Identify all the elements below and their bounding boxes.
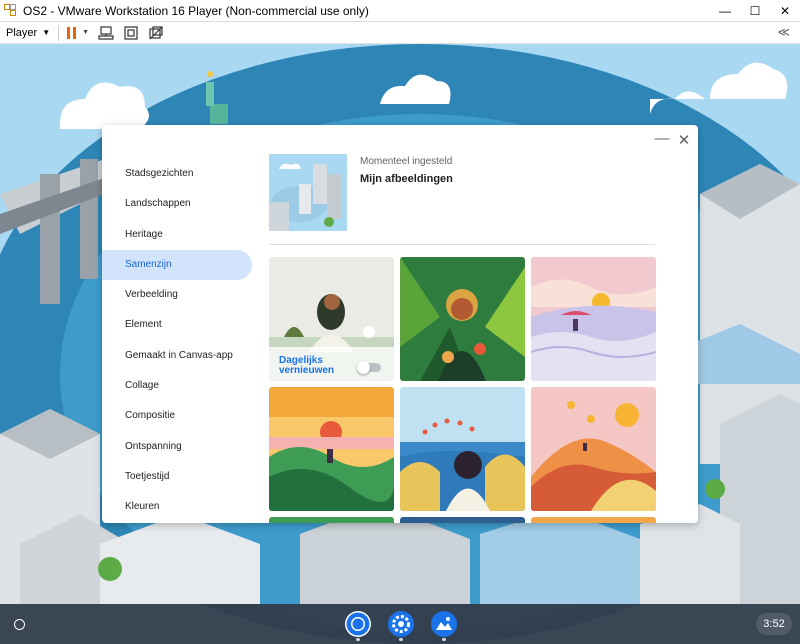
pause-icon[interactable]: [67, 26, 77, 39]
category-list: Stadsgezichten Landschappen Heritage Sam…: [102, 159, 252, 523]
wallpaper-thumbnail[interactable]: [400, 257, 525, 381]
vmware-toolbar: Player ▼ ▼ ≪: [0, 22, 800, 44]
player-menu-label: Player: [6, 26, 38, 39]
wallpaper-thumbnail[interactable]: [269, 387, 394, 511]
close-button[interactable]: ✕: [770, 0, 800, 22]
guest-desktop: — ✕ Stadsgezichten Landschappen Heritage…: [0, 44, 800, 644]
currently-set-label: Momenteel ingesteld: [360, 156, 453, 167]
wallpaper-thumbnail[interactable]: Dagelijks vernieuwen: [269, 257, 394, 381]
current-wallpaper-name: Mijn afbeeldingen: [360, 173, 453, 185]
category-item-selected[interactable]: Samenzijn: [102, 249, 252, 281]
wallpaper-thumbnail[interactable]: [400, 517, 525, 523]
category-item[interactable]: Element: [102, 310, 252, 340]
category-item[interactable]: Verbeelding: [102, 280, 252, 310]
vmware-app-icon: [4, 3, 18, 18]
running-indicator: [399, 638, 403, 641]
current-wallpaper: Momenteel ingesteld Mijn afbeeldingen: [269, 154, 679, 234]
category-item[interactable]: Heritage: [102, 220, 252, 250]
section-divider: [269, 244, 655, 245]
send-ctrl-alt-del-icon[interactable]: [98, 25, 114, 41]
power-options-chevron-icon[interactable]: ▼: [82, 29, 89, 36]
player-menu-button[interactable]: Player ▼: [6, 27, 50, 39]
vmware-title-bar: OS2 - VMware Workstation 16 Player (Non-…: [0, 0, 800, 22]
status-area-clock[interactable]: 3:52: [756, 613, 792, 635]
collapse-toolbar-icon[interactable]: ≪: [777, 25, 790, 39]
daily-refresh-label: Dagelijks vernieuwen: [279, 355, 335, 376]
chrome-icon[interactable]: [344, 610, 372, 638]
category-item[interactable]: Compositie: [102, 401, 252, 431]
settings-icon[interactable]: [387, 610, 415, 638]
wallpaper-thumbnail[interactable]: [531, 257, 656, 381]
dialog-minimize-button[interactable]: —: [653, 130, 671, 147]
category-item[interactable]: Ontspanning: [102, 432, 252, 462]
launcher-circle-icon: [13, 618, 25, 630]
chevron-down-icon: ▼: [42, 28, 51, 37]
chromeos-shelf: 3:52: [0, 604, 800, 644]
wallpaper-thumbnail[interactable]: [269, 517, 394, 523]
wallpaper-thumbnail[interactable]: [531, 387, 656, 511]
wallpaper-picker-dialog: — ✕ Stadsgezichten Landschappen Heritage…: [102, 125, 698, 523]
window-title: OS2 - VMware Workstation 16 Player (Non-…: [23, 3, 369, 18]
wallpaper-grid: Dagelijks vernieuwen: [269, 257, 657, 523]
minimize-button[interactable]: —: [710, 0, 740, 22]
category-item[interactable]: Landschappen: [102, 189, 252, 219]
category-item[interactable]: Kleuren: [102, 492, 252, 522]
category-item[interactable]: Gemaakt in Canvas-app: [102, 341, 252, 371]
maximize-button[interactable]: ☐: [740, 0, 770, 22]
fit-guest-icon[interactable]: [123, 25, 139, 41]
category-item[interactable]: Stadsgezichten: [102, 159, 252, 189]
window-controls: — ☐ ✕: [710, 0, 800, 22]
wallpaper-thumbnail[interactable]: [531, 517, 656, 523]
dialog-close-button[interactable]: ✕: [675, 131, 693, 149]
launcher-button[interactable]: [8, 613, 30, 635]
daily-refresh-toggle[interactable]: [357, 361, 383, 374]
running-indicator: [442, 638, 446, 641]
unity-mode-icon[interactable]: [148, 25, 164, 41]
category-item[interactable]: Collage: [102, 371, 252, 401]
running-indicator: [356, 638, 360, 641]
wallpaper-icon[interactable]: [430, 610, 458, 638]
toolbar-divider: [58, 24, 60, 41]
category-item[interactable]: Toetjestijd: [102, 462, 252, 492]
wallpaper-thumbnail[interactable]: [400, 387, 525, 511]
current-wallpaper-thumbnail: [269, 154, 347, 231]
